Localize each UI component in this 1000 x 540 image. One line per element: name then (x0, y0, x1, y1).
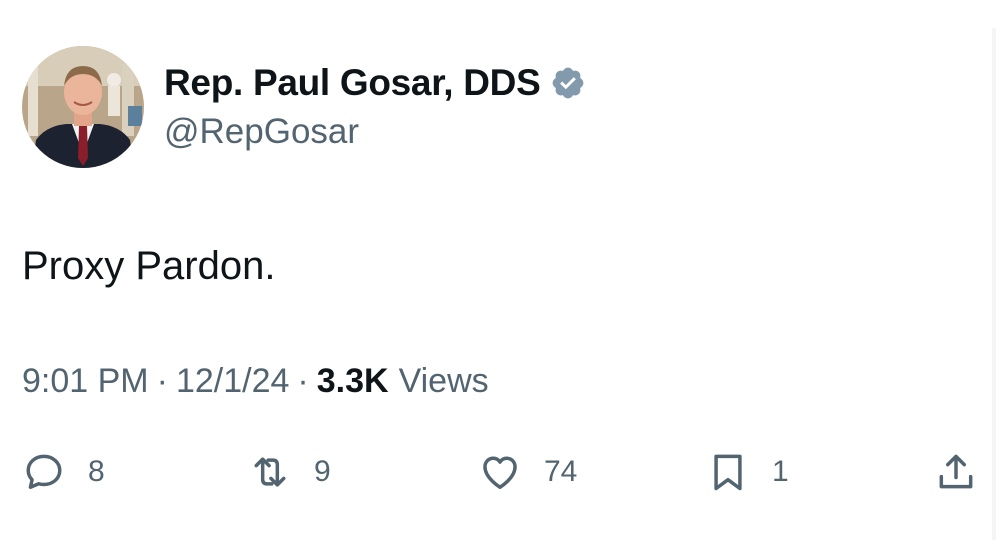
like-count: 74 (544, 455, 578, 488)
views-count[interactable]: 3.3K (317, 362, 389, 401)
retweet-icon (254, 457, 286, 487)
author-handle[interactable]: @RepGosar (164, 112, 586, 152)
reply-count: 8 (88, 455, 105, 488)
scrollbar-track (992, 28, 996, 540)
profile-photo-icon (22, 46, 144, 168)
display-name-row: Rep. Paul Gosar, DDS (164, 60, 586, 106)
avatar[interactable] (22, 46, 144, 168)
tweet-text: Proxy Pardon. (22, 244, 276, 288)
views-label[interactable]: Views (399, 362, 489, 401)
reply-icon (26, 454, 62, 489)
retweet-count: 9 (314, 455, 331, 488)
verified-badge-icon[interactable] (550, 65, 586, 101)
tweet-meta: 9:01 PM · 12/1/24 · 3.3K Views (22, 362, 489, 401)
heart-icon (483, 456, 517, 489)
bookmark-icon (714, 454, 742, 491)
bookmark-count: 1 (772, 455, 789, 488)
meta-separator: · (156, 362, 168, 400)
reply-button[interactable]: 8 (22, 448, 105, 496)
bookmark-button[interactable]: 1 (706, 448, 789, 496)
share-icon (939, 454, 973, 489)
tweet-header: Rep. Paul Gosar, DDS @RepGosar (22, 46, 586, 168)
author-names: Rep. Paul Gosar, DDS @RepGosar (164, 46, 586, 152)
retweet-button[interactable]: 9 (248, 448, 331, 496)
meta-separator: · (297, 362, 309, 400)
share-button[interactable] (934, 448, 978, 496)
tweet-date[interactable]: 12/1/24 (176, 362, 289, 401)
tweet-time[interactable]: 9:01 PM (22, 362, 149, 401)
action-bar: 8 9 74 1 (22, 448, 982, 496)
display-name[interactable]: Rep. Paul Gosar, DDS (164, 62, 541, 104)
tweet-page: Rep. Paul Gosar, DDS @RepGosar Proxy Par… (0, 0, 1000, 540)
like-button[interactable]: 74 (478, 448, 577, 496)
